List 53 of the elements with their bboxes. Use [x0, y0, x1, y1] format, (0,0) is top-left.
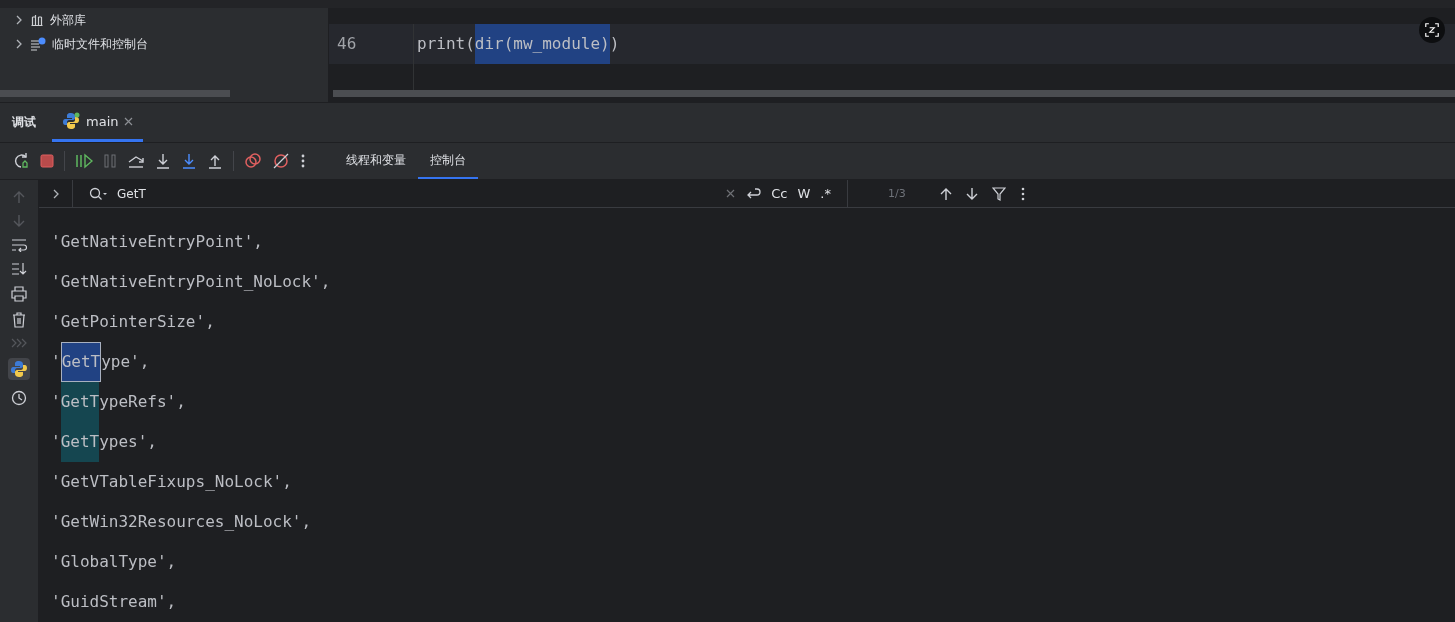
- soft-wrap-icon[interactable]: [11, 238, 27, 252]
- scrollbar-thumb[interactable]: [333, 90, 1455, 97]
- step-over-icon[interactable]: [127, 153, 145, 169]
- search-icon: [89, 186, 107, 201]
- console-line: 'GetTypes',: [51, 422, 157, 462]
- resume-icon[interactable]: [75, 153, 93, 169]
- close-icon[interactable]: [124, 116, 134, 126]
- tree-item[interactable]: 外部库: [50, 11, 86, 29]
- console-line: 'GuidStream',: [51, 591, 177, 613]
- clock-icon[interactable]: [11, 390, 27, 406]
- scratch-file-icon: [30, 37, 46, 51]
- console-line: 'GetVTableFixups_NoLock',: [51, 471, 292, 493]
- panel-title: 调试: [11, 114, 37, 131]
- stop-icon[interactable]: [40, 154, 54, 168]
- python-icon: [62, 112, 80, 130]
- library-icon: [30, 13, 44, 27]
- search-option[interactable]: .*: [820, 186, 831, 201]
- console-line: 'GetWin32Resources_NoLock',: [51, 511, 312, 533]
- print-icon[interactable]: [11, 286, 27, 302]
- trash-icon[interactable]: [12, 312, 26, 328]
- console-line: 'GlobalType',: [51, 551, 177, 573]
- chevron-icon[interactable]: [14, 15, 24, 25]
- scrollbar-thumb[interactable]: [0, 90, 230, 97]
- more-icon[interactable]: [1019, 186, 1026, 201]
- console-line: 'GetPointerSize',: [51, 311, 215, 333]
- tree-item[interactable]: 临时文件和控制台: [52, 35, 148, 53]
- scan-icon[interactable]: [1425, 23, 1439, 37]
- step-into-icon[interactable]: [181, 153, 197, 169]
- scroll-to-end-icon[interactable]: [11, 262, 27, 276]
- newline-icon[interactable]: [745, 186, 762, 201]
- console-line: 'GetTypeRefs',: [51, 382, 186, 422]
- line-number: 46: [337, 34, 357, 53]
- python-console-button[interactable]: [8, 358, 30, 380]
- more-icon[interactable]: [300, 153, 306, 169]
- search-option[interactable]: Cc: [771, 186, 788, 201]
- mute-breakpoints-icon[interactable]: [272, 152, 290, 170]
- console-line: 'GetNativeEntryPoint',: [51, 231, 263, 253]
- breakpoints-icon[interactable]: [244, 152, 262, 170]
- rerun-icon[interactable]: [12, 152, 30, 170]
- console-line: 'GetNativeEntryPoint_NoLock',: [51, 271, 331, 293]
- filter-icon[interactable]: [991, 186, 1006, 201]
- python-icon: [10, 360, 28, 378]
- view-tab[interactable]: 控制台: [418, 143, 478, 179]
- clear-icon[interactable]: [726, 189, 736, 198]
- chevron-icon[interactable]: [51, 188, 60, 199]
- search-option[interactable]: W: [797, 186, 811, 201]
- view-tab[interactable]: 线程和变量: [334, 143, 418, 179]
- chevron-icon[interactable]: [14, 39, 24, 49]
- match-count: 1/3: [888, 187, 906, 200]
- step-out-icon[interactable]: [207, 153, 223, 169]
- step-into-icon[interactable]: [155, 153, 171, 169]
- console-line: 'GetType',: [51, 342, 150, 382]
- search-field[interactable]: GetT Cc W .*: [73, 180, 848, 207]
